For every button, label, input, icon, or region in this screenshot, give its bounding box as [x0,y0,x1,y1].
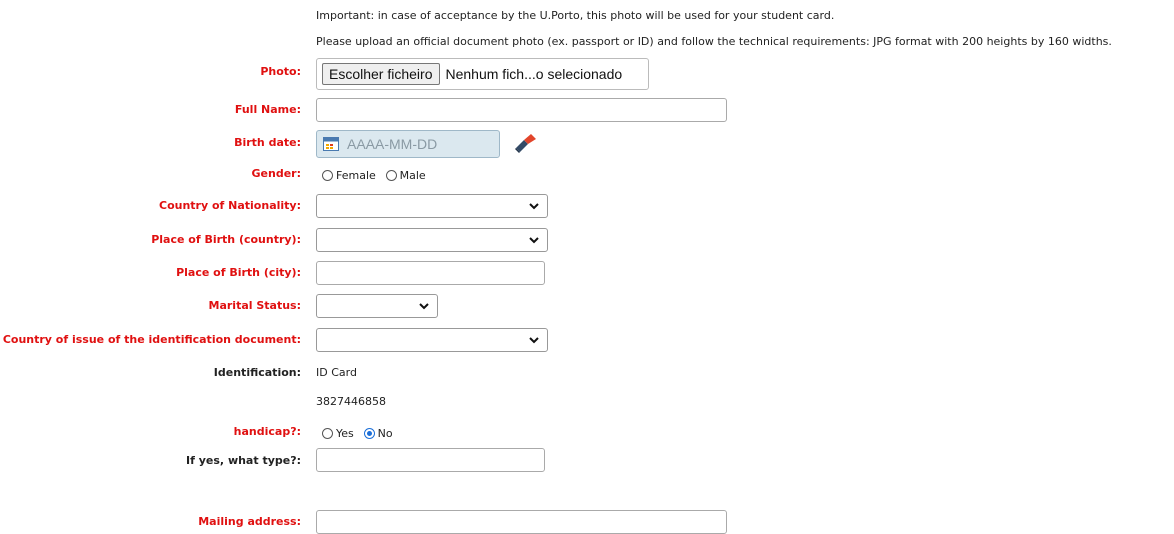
handicap-yes-radio[interactable] [322,428,333,439]
mailing-label: Mailing address: [198,515,301,528]
photo-label: Photo: [260,65,301,78]
photo-file-input[interactable]: Escolher ficheiro Nenhum fich...o seleci… [316,58,649,90]
gender-female-label: Female [336,169,376,182]
nationality-label: Country of Nationality: [159,199,301,212]
handicap-yes-label: Yes [336,427,354,440]
chevron-down-icon [529,337,539,344]
identification-label: Identification: [213,366,301,379]
chevron-down-icon [419,303,429,310]
birth-city-input[interactable] [316,261,545,285]
marital-label: Marital Status: [208,299,302,312]
identification-number: 3827446858 [316,395,386,408]
chevron-down-icon [529,237,539,244]
handicap-no-label: No [377,427,393,440]
calendar-icon[interactable] [323,137,339,151]
full-name-input[interactable] [316,98,727,122]
mailing-address-input[interactable] [316,510,727,534]
birth-date-label: Birth date: [234,136,301,149]
chevron-down-icon [529,203,539,210]
birth-date-placeholder: AAAA-MM-DD [347,136,438,152]
gender-male-radio[interactable] [385,170,397,181]
file-status-text: Nenhum fich...o selecionado [445,66,623,82]
birth-country-select[interactable] [316,228,548,252]
handicap-type-input[interactable] [316,448,545,472]
photo-note-line-2: Please upload an official document photo… [316,35,1112,48]
identification-type: ID Card [316,366,357,379]
full-name-label: Full Name: [234,103,301,116]
photo-note-line-1: Important: in case of acceptance by the … [316,9,835,22]
handicap-type-label: If yes, what type?: [186,454,301,467]
handicap-no-radio[interactable] [363,428,375,439]
gender-male-label: Male [399,169,426,182]
gender-female-radio[interactable] [322,170,333,181]
gender-label: Gender: [251,167,301,180]
nationality-select[interactable] [316,194,548,218]
eraser-icon[interactable] [514,134,538,157]
id-country-select[interactable] [316,328,548,352]
birth-city-label: Place of Birth (city): [176,266,301,279]
marital-select[interactable] [316,294,438,318]
birth-country-label: Place of Birth (country): [151,233,301,246]
choose-file-button[interactable]: Escolher ficheiro [322,63,440,85]
birth-date-input[interactable]: AAAA-MM-DD [316,130,500,158]
id-country-label: Country of issue of the identification d… [2,333,301,346]
handicap-label: handicap?: [233,425,301,438]
